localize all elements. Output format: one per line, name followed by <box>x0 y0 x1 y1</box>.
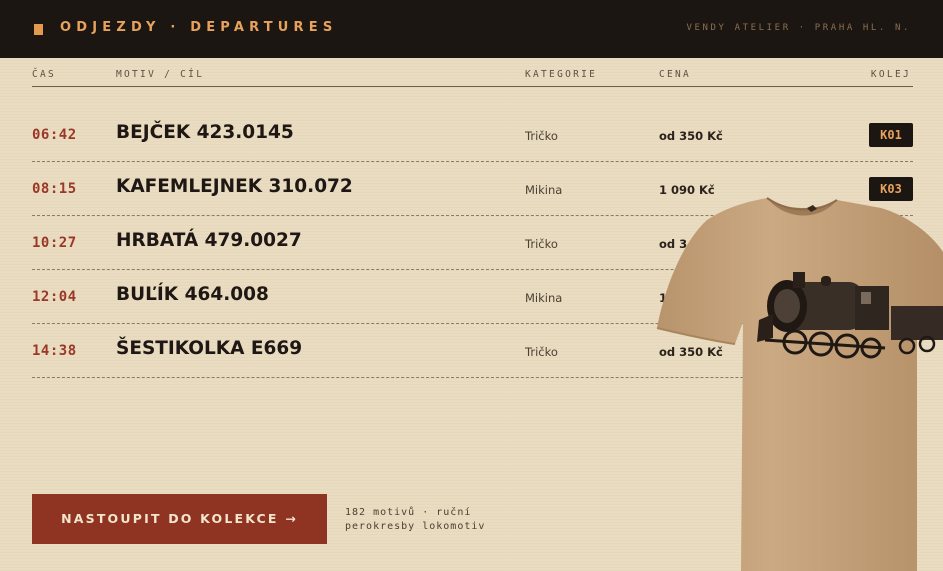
departure-motif[interactable]: ŠESTIKOLKA E669 <box>116 338 302 359</box>
steam-locomotive-tshirt-icon <box>656 197 943 571</box>
top-bar: ODJEZDY · DEPARTURES VENDY ATELIER · PRA… <box>0 0 943 58</box>
departure-category: Mikina <box>525 183 563 197</box>
departure-time: 12:04 <box>32 289 77 305</box>
column-header-motif: MOTIV / CÍL <box>116 69 205 80</box>
collection-note-line: perokresby lokomotiv <box>345 521 486 532</box>
departure-time: 10:27 <box>32 235 77 251</box>
column-header-category: KATEGORIE <box>525 69 598 80</box>
column-header-track: KOLEJ <box>870 69 911 80</box>
departure-category: Tričko <box>525 345 558 359</box>
column-header-price: CENA <box>659 69 692 80</box>
departure-motif[interactable]: KAFEMLEJNEK 310.072 <box>116 176 353 197</box>
collection-note-line: 182 motivů · ruční <box>345 507 472 518</box>
track-badge: K01 <box>869 123 913 147</box>
departure-motif[interactable]: HRBATÁ 479.0027 <box>116 230 302 251</box>
column-header-time: ČAS <box>32 69 57 80</box>
departure-category: Tričko <box>525 237 558 251</box>
enter-collection-button[interactable]: NASTOUPIT DO KOLEKCE → <box>32 494 327 544</box>
departure-category: Tričko <box>525 129 558 143</box>
departure-row[interactable]: 06:42 BEJČEK 423.0145 Tričko od 350 Kč K… <box>32 108 913 162</box>
header-marker-icon <box>34 24 43 35</box>
departure-category: Mikina <box>525 291 563 305</box>
collection-note: 182 motivů · ruční perokresby lokomotiv <box>345 506 485 534</box>
page-title: ODJEZDY · DEPARTURES <box>60 20 338 35</box>
departure-time: 06:42 <box>32 127 77 143</box>
departure-time: 14:38 <box>32 343 77 359</box>
departure-time: 08:15 <box>32 181 77 197</box>
header-divider <box>32 86 913 87</box>
brand-label: VENDY ATELIER · PRAHA HL. N. <box>686 23 911 33</box>
departure-motif[interactable]: BEJČEK 423.0145 <box>116 122 294 143</box>
departure-price: od 350 Kč <box>659 129 723 143</box>
departure-motif[interactable]: BUĽÍK 464.008 <box>116 284 269 305</box>
